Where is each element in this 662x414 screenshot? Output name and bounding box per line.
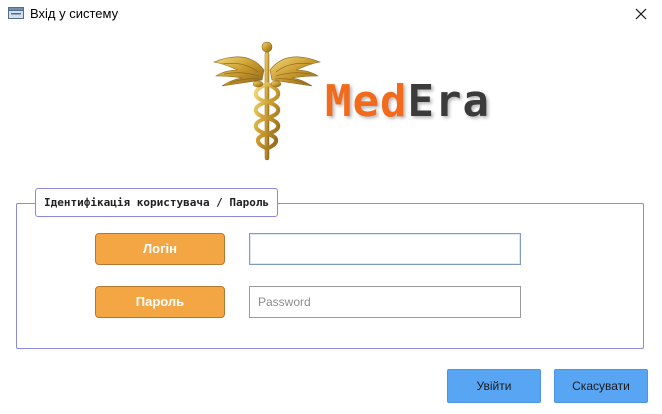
title-bar: Вхід у систему: [0, 0, 662, 28]
close-icon: [635, 8, 647, 20]
cancel-button[interactable]: Скасувати: [554, 369, 648, 403]
logo-med-text: Med: [325, 76, 408, 127]
app-logo: MedEra: [325, 74, 490, 130]
window-title: Вхід у систему: [30, 6, 119, 21]
close-button[interactable]: [626, 2, 656, 26]
credentials-group-title: Ідентифікація користувача / Пароль: [35, 188, 279, 217]
logo-era-text: Era: [407, 76, 490, 127]
login-button[interactable]: Увійти: [447, 369, 541, 403]
window-app-icon: [8, 7, 24, 19]
password-label: Пароль: [95, 286, 225, 318]
login-label: Логін: [95, 233, 225, 265]
login-input[interactable]: [249, 233, 521, 265]
credentials-group: [16, 203, 644, 349]
password-input[interactable]: [249, 286, 521, 318]
caduceus-icon: [212, 41, 322, 161]
